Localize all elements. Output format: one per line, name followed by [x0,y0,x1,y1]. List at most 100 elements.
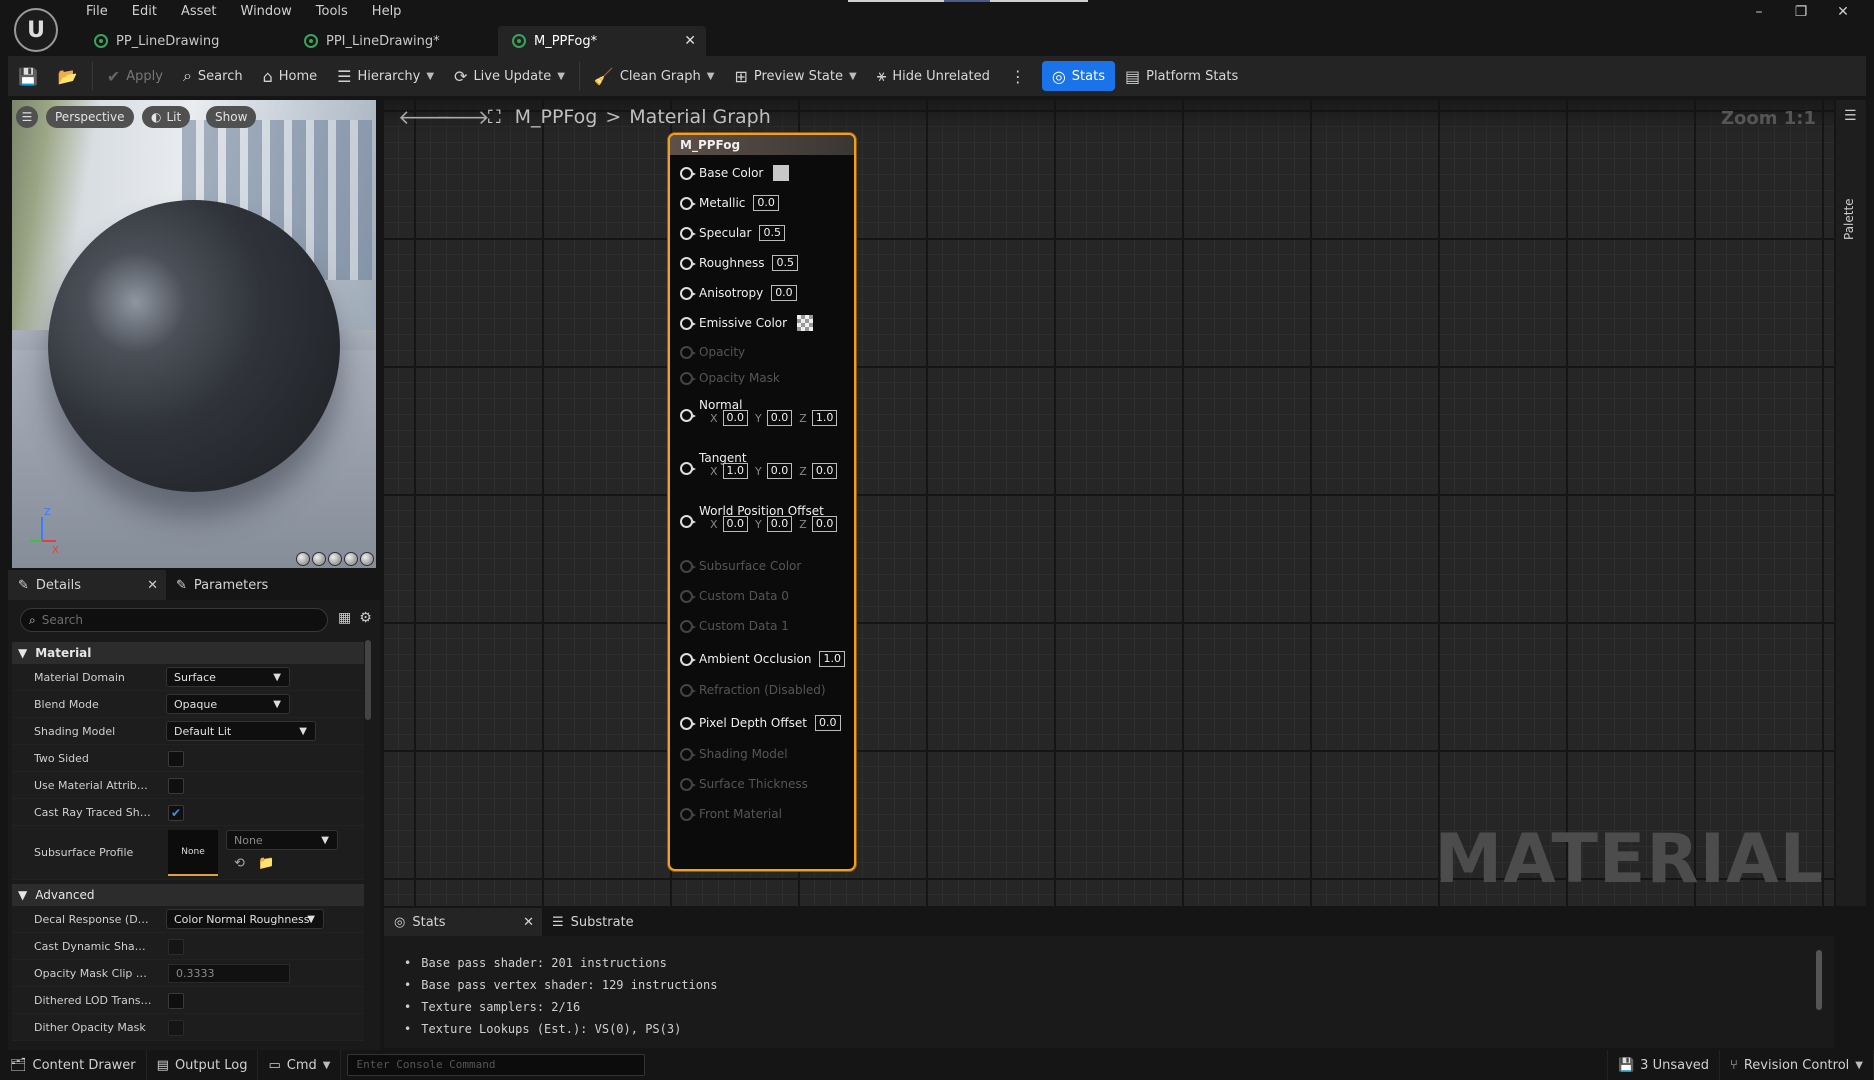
material-domain-select[interactable]: Surface ▼ [166,667,290,687]
preview-mesh-plane-icon[interactable] [328,552,342,566]
category-advanced[interactable]: ▼ Advanced [12,884,364,906]
pin-roughness[interactable]: Roughness 0.5 [680,255,798,271]
pin-anisotropy[interactable]: Anisotropy 0.0 [680,285,797,301]
color-swatch[interactable] [797,315,814,331]
use-material-attributes-checkbox[interactable] [168,778,184,794]
color-swatch[interactable] [773,165,790,181]
subsurface-thumbnail[interactable]: None [168,830,218,876]
pin-value[interactable]: 1.0 [819,651,845,667]
breadcrumb-leaf[interactable]: Material Graph [629,106,771,128]
palette-label[interactable]: Palette [1842,198,1856,240]
table-view-icon[interactable]: ▦ [338,610,351,626]
material-graph-canvas[interactable]: 🡐 🡒 ⛶ M_PPFog > Material Graph Zoom 1:1 MA… [384,100,1834,906]
normal-z-input[interactable]: 1.0 [811,410,838,426]
tangent-y-input[interactable]: 0.0 [766,463,793,479]
close-tab-icon[interactable]: ✕ [147,578,158,593]
tab-pp-linedrawing[interactable]: PP_LineDrawing [80,26,280,56]
tab-parameters[interactable]: ✎ Parameters [166,570,278,600]
tab-ppi-linedrawing[interactable]: PPI_LineDrawing* [290,26,490,56]
back-arrow-icon[interactable]: 🡐 [398,105,452,129]
restore-button[interactable]: ❐ [1780,2,1822,22]
preview-state-button[interactable]: ⊞ Preview State ▼ [724,61,866,91]
pin-value[interactable]: 0.5 [759,225,785,241]
tab-substrate[interactable]: ☰ Substrate [542,908,644,936]
forward-arrow-icon[interactable]: 🡒 [436,105,490,129]
tab-stats[interactable]: ◎ Stats ✕ [384,908,542,936]
save-button[interactable]: 💾 [8,61,48,91]
close-tab-icon[interactable]: ✕ [523,915,534,930]
unsaved-button[interactable]: 💾 3 Unsaved [1606,1050,1721,1080]
close-tab-icon[interactable]: ✕ [684,33,696,49]
pin-value[interactable]: 0.0 [753,195,779,211]
shading-model-select[interactable]: Default Lit ▼ [166,721,316,741]
cmd-button[interactable]: ▭ Cmd ▼ [258,1050,342,1080]
close-window-button[interactable]: ✕ [1822,2,1864,22]
tangent-x-input[interactable]: 1.0 [722,463,749,479]
decal-response-select[interactable]: Color Normal Roughness ▼ [166,909,324,929]
wpo-y-input[interactable]: 0.0 [766,516,793,532]
category-material[interactable]: ▼ Material [12,642,364,664]
menu-file[interactable]: File [74,3,120,21]
pin-specular[interactable]: Specular 0.5 [680,225,785,241]
hierarchy-button[interactable]: ☰ Hierarchy ▼ [327,61,444,91]
gear-icon[interactable]: ⚙ [359,610,372,626]
console-command-input[interactable]: Enter Console Command [347,1054,646,1076]
blend-mode-select[interactable]: Opaque ▼ [166,694,290,714]
apply-button[interactable]: ✔ Apply [97,61,173,91]
unreal-logo-icon[interactable]: U [14,8,58,52]
menu-tools[interactable]: Tools [304,3,360,21]
pin-metallic[interactable]: Metallic 0.0 [680,195,779,211]
stats-scrollbar[interactable] [1816,950,1822,1010]
preview-viewport[interactable]: ☰ Perspective ◐ Lit Show Z X [12,100,376,568]
live-update-button[interactable]: ⟳ Live Update ▼ [444,61,575,91]
clean-graph-button[interactable]: 🧹 Clean Graph ▼ [584,61,725,91]
dither-opacity-mask-checkbox[interactable] [168,1020,184,1036]
platform-stats-button[interactable]: ▤ Platform Stats [1115,61,1248,91]
material-result-node[interactable]: M_PPFog Base Color Metallic 0.0 Specular 0… [668,133,856,871]
normal-y-input[interactable]: 0.0 [766,410,793,426]
palette-sidebar[interactable]: ☰ Palette [1836,100,1866,906]
show-button[interactable]: Show [206,106,257,128]
more-options-button[interactable]: ⋮ [1000,61,1036,91]
output-log-button[interactable]: ▤ Output Log [147,1050,259,1080]
tangent-z-input[interactable]: 0.0 [811,463,838,479]
perspective-button[interactable]: Perspective [46,106,134,128]
pin-emissive-color[interactable]: Emissive Color [680,315,814,331]
breadcrumb-root[interactable]: M_PPFog [515,106,598,128]
subsurface-profile-select[interactable]: None ▼ [226,830,338,850]
two-sided-checkbox[interactable] [168,751,184,767]
menu-help[interactable]: Help [360,3,414,21]
cast-dynamic-shadow-checkbox[interactable] [168,939,184,955]
pin-value[interactable]: 0.5 [772,255,798,271]
search-button[interactable]: ⌕ Search [173,61,253,91]
pin-ambient-occlusion[interactable]: Ambient Occlusion 1.0 [680,651,845,667]
lit-button[interactable]: ◐ Lit [142,106,191,128]
details-search-input[interactable]: ⌕ Search [20,608,328,632]
home-button[interactable]: ⌂ Home [253,61,328,91]
use-selected-icon[interactable]: ⟲ [234,856,245,871]
tab-m-ppfog[interactable]: M_PPFog* ✕ [498,26,706,56]
browse-folder-icon[interactable]: 📁 [258,856,274,871]
hide-unrelated-button[interactable]: ⚹ Hide Unrelated [867,61,1000,91]
preview-mesh-cylinder-icon[interactable] [296,552,310,566]
revision-control-button[interactable]: ⑂ Revision Control ▼ [1720,1050,1874,1080]
menu-edit[interactable]: Edit [120,3,169,21]
details-scrollbar[interactable] [364,638,372,1048]
pin-base-color[interactable]: Base Color [680,165,790,181]
browse-button[interactable]: 📂 [48,61,88,91]
stats-button[interactable]: ◎ Stats [1041,61,1115,91]
content-drawer-button[interactable]: 🗂 Content Drawer [0,1050,147,1080]
tab-details[interactable]: ✎ Details ✕ [8,570,166,600]
menu-window[interactable]: Window [229,3,304,21]
pin-value[interactable]: 0.0 [771,285,797,301]
normal-x-input[interactable]: 0.0 [722,410,749,426]
menu-asset[interactable]: Asset [169,3,229,21]
dithered-lod-checkbox[interactable] [168,993,184,1009]
preview-mesh-custom-icon[interactable] [360,552,374,566]
preview-mesh-cube-icon[interactable] [344,552,358,566]
cast-ray-traced-shadows-checkbox[interactable]: ✔ [168,805,184,821]
wpo-x-input[interactable]: 0.0 [722,516,749,532]
minimize-button[interactable]: – [1738,2,1780,22]
viewport-menu-icon[interactable]: ☰ [16,106,38,128]
opacity-mask-clip-input[interactable]: 0.3333 [168,964,290,983]
